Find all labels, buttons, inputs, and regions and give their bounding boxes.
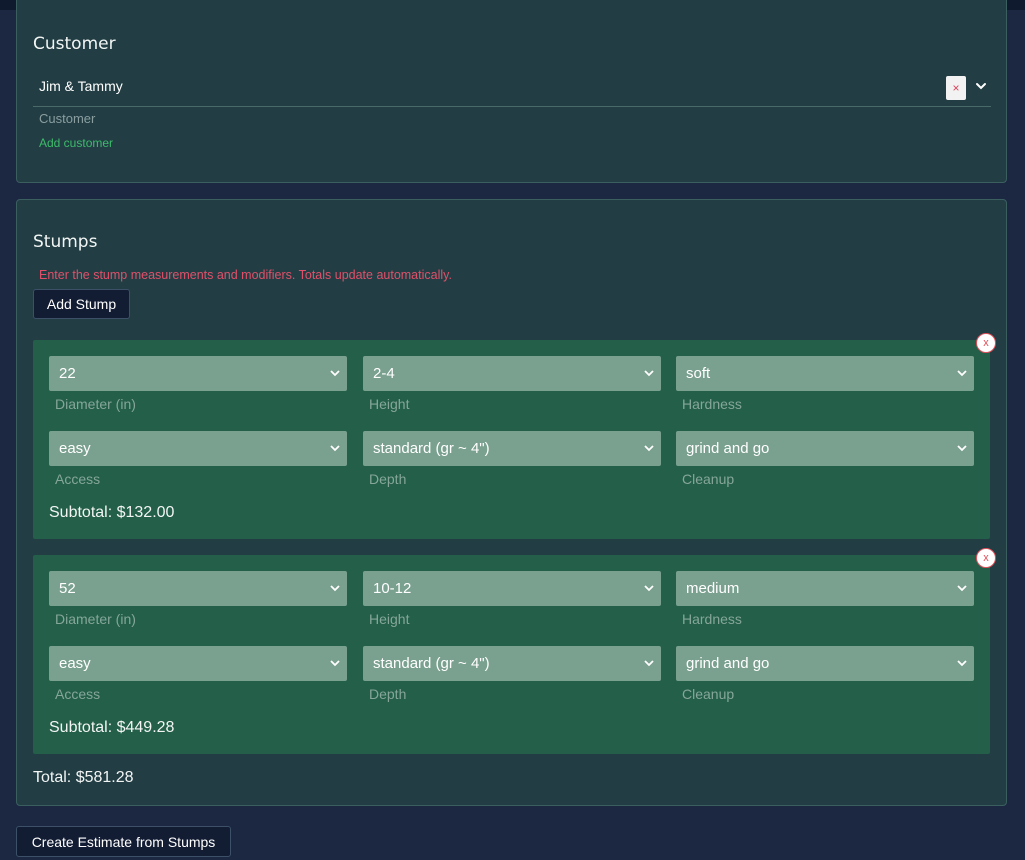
- cleanup-field: grind and go Cleanup: [676, 646, 974, 702]
- hardness-select[interactable]: medium: [676, 571, 974, 606]
- height-field: 2-4 Height: [363, 356, 661, 412]
- stump-subtotal: Subtotal: $449.28: [49, 719, 175, 736]
- hardness-field: soft Hardness: [676, 356, 974, 412]
- chevron-down-icon: [644, 445, 654, 452]
- customer-helper-text: Customer: [39, 111, 96, 126]
- clear-customer-button[interactable]: ×: [946, 76, 966, 100]
- remove-stump-button[interactable]: x: [976, 548, 996, 568]
- height-label: Height: [369, 396, 410, 412]
- hardness-field: medium Hardness: [676, 571, 974, 627]
- stump-card: x 22 Diameter (in) 2-4 Height soft Hardn…: [33, 333, 996, 539]
- add-stump-button[interactable]: Add Stump: [33, 289, 130, 319]
- chevron-down-icon: [644, 370, 654, 377]
- cleanup-value: grind and go: [686, 655, 770, 672]
- cleanup-select[interactable]: grind and go: [676, 431, 974, 466]
- hardness-value: soft: [686, 365, 711, 382]
- create-estimate-button[interactable]: Create Estimate from Stumps: [16, 826, 231, 857]
- access-field: easy Access: [49, 646, 347, 702]
- stumps-description: Enter the stump measurements and modifie…: [39, 268, 452, 282]
- diameter-field: 52 Diameter (in): [49, 571, 347, 627]
- cleanup-label: Cleanup: [682, 471, 735, 487]
- depth-select[interactable]: standard (gr ~ 4"): [363, 646, 661, 681]
- height-value: 2-4: [373, 365, 395, 382]
- customer-card: Customer Jim & Tammy × Customer Add cust…: [16, 0, 1007, 183]
- depth-field: standard (gr ~ 4") Depth: [363, 646, 661, 702]
- chevron-down-icon: [330, 660, 340, 667]
- stumps-total: Total: $581.28: [33, 769, 134, 786]
- remove-stump-button[interactable]: x: [976, 333, 996, 353]
- hardness-value: medium: [686, 580, 740, 597]
- cleanup-value: grind and go: [686, 440, 770, 457]
- customer-selected-value: Jim & Tammy: [39, 78, 123, 94]
- customer-title: Customer: [33, 34, 116, 54]
- customer-select[interactable]: Jim & Tammy ×: [33, 72, 991, 107]
- chevron-down-icon: [330, 445, 340, 452]
- chevron-down-icon: [957, 585, 967, 592]
- diameter-select[interactable]: 52: [49, 571, 347, 606]
- cleanup-select[interactable]: grind and go: [676, 646, 974, 681]
- access-label: Access: [55, 471, 101, 487]
- chevron-down-icon: [957, 445, 967, 452]
- cleanup-field: grind and go Cleanup: [676, 431, 974, 487]
- stump-card: x 52 Diameter (in) 10-12 Height medium H…: [33, 548, 996, 754]
- stumps-card: Stumps Enter the stump measurements and …: [16, 199, 1007, 806]
- stump-subtotal: Subtotal: $132.00: [49, 504, 175, 521]
- height-select[interactable]: 2-4: [363, 356, 661, 391]
- depth-select[interactable]: standard (gr ~ 4"): [363, 431, 661, 466]
- depth-label: Depth: [369, 471, 407, 487]
- chevron-down-icon: [957, 370, 967, 377]
- hardness-select[interactable]: soft: [676, 356, 974, 391]
- height-field: 10-12 Height: [363, 571, 661, 627]
- depth-value: standard (gr ~ 4"): [373, 655, 490, 672]
- access-select[interactable]: easy: [49, 646, 347, 681]
- depth-value: standard (gr ~ 4"): [373, 440, 490, 457]
- access-value: easy: [59, 655, 91, 672]
- hardness-label: Hardness: [682, 611, 742, 627]
- add-customer-link[interactable]: Add customer: [39, 136, 113, 150]
- height-label: Height: [369, 611, 410, 627]
- diameter-value: 52: [59, 580, 76, 597]
- height-select[interactable]: 10-12: [363, 571, 661, 606]
- diameter-label: Diameter (in): [55, 396, 136, 412]
- access-field: easy Access: [49, 431, 347, 487]
- diameter-value: 22: [59, 365, 76, 382]
- chevron-down-icon: [644, 585, 654, 592]
- depth-label: Depth: [369, 686, 407, 702]
- access-select[interactable]: easy: [49, 431, 347, 466]
- chevron-down-icon: [644, 660, 654, 667]
- stumps-title: Stumps: [33, 232, 98, 252]
- chevron-down-icon[interactable]: [974, 79, 988, 93]
- diameter-field: 22 Diameter (in): [49, 356, 347, 412]
- access-label: Access: [55, 686, 101, 702]
- chevron-down-icon: [330, 585, 340, 592]
- height-value: 10-12: [373, 580, 412, 597]
- hardness-label: Hardness: [682, 396, 742, 412]
- access-value: easy: [59, 440, 91, 457]
- chevron-down-icon: [330, 370, 340, 377]
- depth-field: standard (gr ~ 4") Depth: [363, 431, 661, 487]
- chevron-down-icon: [957, 660, 967, 667]
- diameter-select[interactable]: 22: [49, 356, 347, 391]
- cleanup-label: Cleanup: [682, 686, 735, 702]
- diameter-label: Diameter (in): [55, 611, 136, 627]
